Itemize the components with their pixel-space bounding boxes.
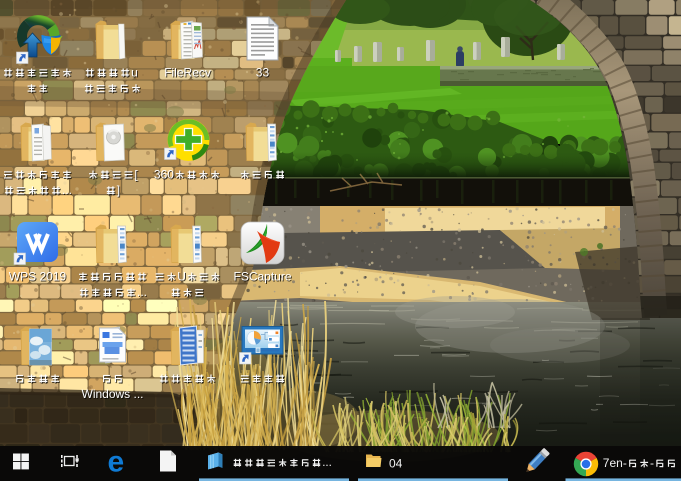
svg-text:33: 33 (256, 65, 270, 79)
svg-text:...: ... (137, 285, 147, 299)
svg-text:-: - (650, 456, 654, 470)
svg-text:e: e (108, 446, 125, 479)
svg-text:360: 360 (154, 167, 174, 181)
svg-text:u: u (131, 65, 138, 79)
svg-text:04: 04 (389, 457, 403, 471)
svg-text:FileRecv: FileRecv (164, 65, 211, 79)
svg-text:]: ] (117, 183, 120, 197)
svg-text:Windows ...: Windows ... (82, 387, 144, 401)
svg-text:...: ... (62, 183, 72, 197)
svg-text:U: U (177, 269, 186, 283)
svg-text:WPS 2019: WPS 2019 (9, 269, 67, 283)
svg-text:7en-: 7en- (603, 456, 627, 470)
svg-text:...: ... (322, 456, 332, 469)
svg-text:FSCapture: FSCapture (234, 269, 292, 283)
